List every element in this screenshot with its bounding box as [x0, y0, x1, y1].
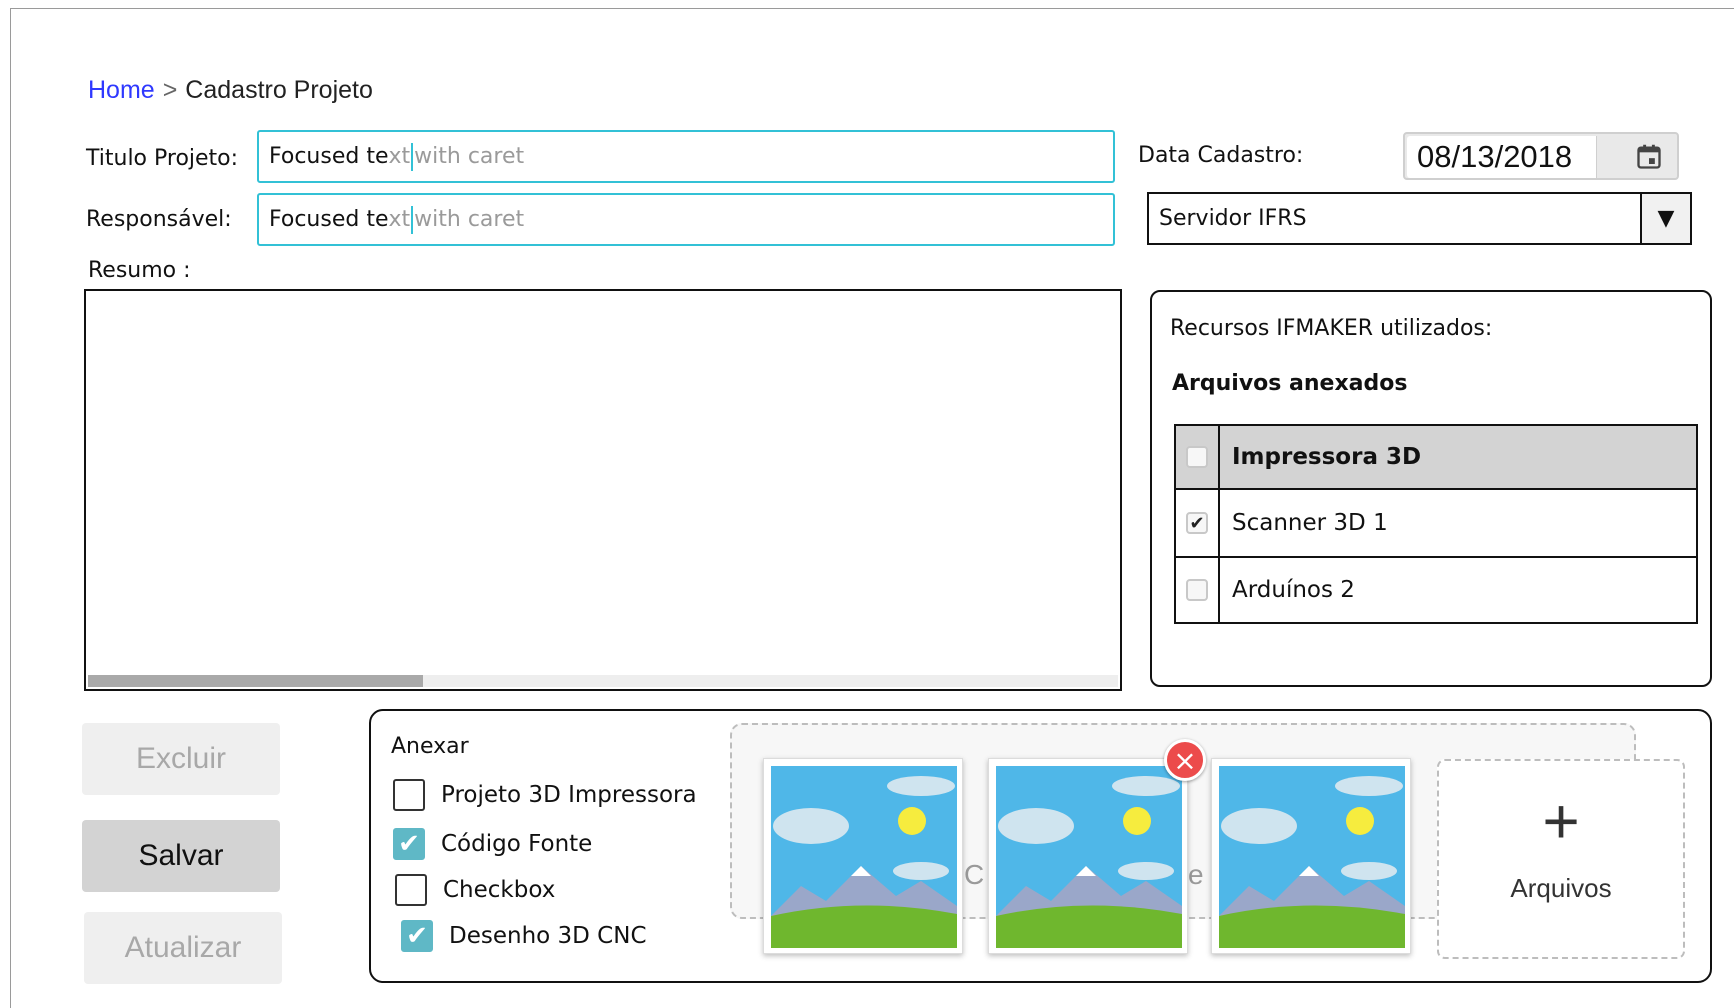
anexar-option[interactable]: ✔ Desenho 3D CNC [401, 920, 647, 952]
arquivos-anexados-title: Arquivos anexados [1172, 371, 1408, 396]
salvar-button[interactable]: Salvar [82, 820, 280, 892]
responsavel-ghost-text-1: xt [388, 207, 411, 232]
horizontal-scrollbar-thumb[interactable] [88, 675, 423, 687]
row-checkbox[interactable] [1186, 579, 1208, 601]
titulo-ghost-text-1: xt [388, 144, 411, 169]
row-checkbox[interactable] [1186, 446, 1208, 468]
date-value[interactable]: 08/13/2018 [1407, 136, 1597, 178]
atualizar-button[interactable]: Atualizar [84, 912, 282, 984]
add-files-button[interactable]: + Arquivos [1437, 759, 1685, 959]
resumo-textarea[interactable] [84, 289, 1122, 691]
calendar-icon[interactable] [1635, 142, 1663, 172]
resumo-label: Resumo : [88, 258, 191, 283]
responsavel-typed-text: Focused te [269, 207, 389, 232]
excluir-button[interactable]: Excluir [82, 723, 280, 795]
responsavel-ghost-text-2: with caret [414, 207, 525, 232]
checkbox[interactable] [393, 779, 425, 811]
drop-zone-text: e [1188, 859, 1204, 890]
anexar-title: Anexar [391, 734, 469, 759]
titulo-input[interactable]: Focused te xt with caret [257, 130, 1115, 183]
anexar-option[interactable]: ✔ Código Fonte [393, 828, 592, 860]
table-row[interactable]: Arduínos 2 [1176, 558, 1696, 622]
chevron-down-icon[interactable]: ▼ [1640, 194, 1690, 243]
checkbox-label: Checkbox [443, 877, 556, 903]
responsavel-input[interactable]: Focused te xt with caret [257, 193, 1115, 246]
breadcrumb-home-link[interactable]: Home [88, 76, 155, 104]
row-checkbox-checked[interactable]: ✔ [1186, 512, 1208, 534]
text-caret [411, 205, 414, 234]
landscape-image-icon [996, 766, 1182, 948]
titulo-ghost-text-2: with caret [414, 144, 525, 169]
checkbox-checked[interactable]: ✔ [393, 828, 425, 860]
plus-icon: + [1542, 785, 1580, 857]
anexar-option[interactable]: Projeto 3D Impressora [393, 779, 697, 811]
breadcrumb-current: Cadastro Projeto [185, 76, 373, 104]
anexar-panel: Anexar Projeto 3D Impressora ✔ Código Fon… [369, 709, 1712, 983]
table-header-row[interactable]: Impressora 3D [1176, 426, 1696, 490]
table-row[interactable]: ✔ Scanner 3D 1 [1176, 490, 1696, 558]
select-value: Servidor IFRS [1159, 206, 1307, 231]
checkbox-label: Desenho 3D CNC [449, 923, 647, 949]
responsavel-select[interactable]: Servidor IFRS ▼ [1147, 192, 1692, 245]
recursos-panel: Recursos IFMAKER utilizados: Arquivos an… [1150, 290, 1712, 687]
attachment-thumbnail[interactable] [988, 758, 1188, 954]
recursos-table: Impressora 3D ✔ Scanner 3D 1 Arduínos 2 [1174, 424, 1698, 624]
checkbox-label: Código Fonte [441, 831, 593, 857]
recursos-title: Recursos IFMAKER utilizados: [1170, 316, 1493, 341]
anexar-option[interactable]: Checkbox [395, 874, 555, 906]
table-cell: Arduínos 2 [1232, 577, 1355, 603]
breadcrumb-separator: > [162, 76, 178, 104]
titulo-typed-text: Focused te [269, 144, 389, 169]
checkbox-label: Projeto 3D Impressora [441, 782, 697, 808]
data-cadastro-label: Data Cadastro: [1138, 143, 1304, 168]
remove-attachment-close-icon[interactable]: × [1164, 739, 1206, 781]
breadcrumb: Home > Cadastro Projeto [88, 76, 373, 105]
attachment-thumbnail[interactable] [1211, 758, 1411, 954]
date-picker[interactable]: 08/13/2018 [1403, 132, 1679, 180]
landscape-image-icon [1219, 766, 1405, 948]
text-caret [411, 142, 414, 171]
responsavel-label: Responsável: [86, 207, 232, 232]
titulo-label: Titulo Projeto: [86, 146, 239, 171]
table-cell: Scanner 3D 1 [1232, 510, 1388, 536]
table-cell: Impressora 3D [1232, 444, 1422, 470]
add-files-label: Arquivos [1510, 873, 1612, 903]
checkbox-checked[interactable]: ✔ [401, 920, 433, 952]
attachment-thumbnail[interactable] [763, 758, 963, 954]
drop-zone-text: C [964, 859, 985, 890]
checkbox[interactable] [395, 874, 427, 906]
landscape-image-icon [771, 766, 957, 948]
